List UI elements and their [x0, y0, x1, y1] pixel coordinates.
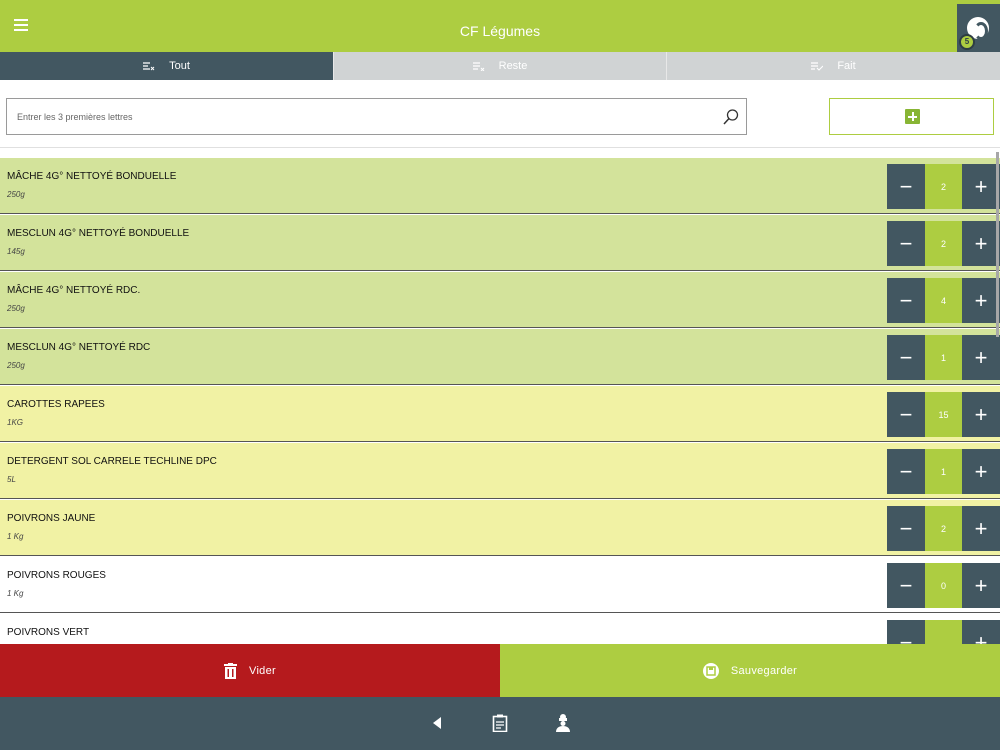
cart-button[interactable]: 5 [957, 4, 1000, 52]
save-label: Sauvegarder [730, 664, 798, 677]
decrement-button[interactable]: − [887, 392, 925, 437]
quantity-value [925, 620, 962, 644]
decrement-button[interactable]: − [887, 563, 925, 608]
list-item: MESCLUN 4G° NETTOYÉ RDC 250g − 1 + [0, 329, 1000, 385]
filter-tabs: Tout Reste Fait [0, 52, 1000, 80]
increment-button[interactable]: + [962, 335, 1000, 380]
quantity-stepper: − 1 + [887, 449, 1000, 494]
list-item: POIVRONS ROUGES 1 Kg − 0 + [0, 557, 1000, 613]
item-size: 1 Kg [7, 589, 24, 598]
list-scrollbar[interactable] [996, 152, 999, 337]
item-size: 1 Kg [7, 532, 24, 541]
decrement-button[interactable]: − [887, 506, 925, 551]
quantity-value: 2 [925, 164, 962, 209]
filter-done-icon [811, 62, 824, 71]
decrement-button[interactable]: − [887, 449, 925, 494]
tab-reste[interactable]: Reste [333, 52, 666, 80]
item-size: 250g [7, 190, 25, 199]
item-name: CAROTTES RAPEES [7, 399, 105, 410]
save-button[interactable]: Sauvegarder [500, 644, 1000, 697]
quantity-stepper: − 4 + [887, 278, 1000, 323]
item-name: MÂCHE 4G° NETTOYÉ RDC. [7, 285, 141, 296]
item-name: POIVRONS JAUNE [7, 513, 96, 524]
increment-button[interactable]: + [962, 392, 1000, 437]
divider [0, 147, 1000, 148]
filter-remaining-icon [472, 62, 484, 71]
cart-count-badge: 5 [959, 34, 975, 50]
list-item: POIVRONS VERT − + [0, 614, 1000, 644]
increment-button[interactable]: + [962, 278, 1000, 323]
quantity-value: 1 [925, 335, 962, 380]
clipboard-icon[interactable] [488, 711, 512, 735]
item-name: POIVRONS VERT [7, 627, 90, 638]
quantity-stepper: − 1 + [887, 335, 1000, 380]
plus-icon [905, 109, 920, 124]
increment-button[interactable]: + [962, 221, 1000, 266]
save-icon [702, 662, 719, 679]
app-header: CF Légumes 5 [0, 0, 1000, 52]
item-name: POIVRONS ROUGES [7, 570, 106, 581]
item-size: 250g [7, 361, 25, 370]
increment-button[interactable]: + [962, 620, 1000, 644]
tab-tout[interactable]: Tout [0, 52, 333, 80]
quantity-stepper: − 2 + [887, 164, 1000, 209]
increment-button[interactable]: + [962, 563, 1000, 608]
item-size: 145g [7, 247, 25, 256]
clear-button[interactable]: Vider [0, 644, 500, 697]
list-item: MÂCHE 4G° NETTOYÉ RDC. 250g − 4 + [0, 272, 1000, 328]
quantity-value: 15 [925, 392, 962, 437]
quantity-stepper: − 0 + [887, 563, 1000, 608]
item-size: 250g [7, 304, 25, 313]
decrement-button[interactable]: − [887, 620, 925, 644]
decrement-button[interactable]: − [887, 278, 925, 323]
quantity-stepper: − 15 + [887, 392, 1000, 437]
increment-button[interactable]: + [962, 164, 1000, 209]
quantity-value: 1 [925, 449, 962, 494]
item-size: 5L [7, 475, 16, 484]
decrement-button[interactable]: − [887, 221, 925, 266]
decrement-button[interactable]: − [887, 164, 925, 209]
item-name: MESCLUN 4G° NETTOYÉ BONDUELLE [7, 228, 190, 239]
decrement-button[interactable]: − [887, 335, 925, 380]
search-box [6, 98, 747, 135]
trash-icon [224, 662, 237, 679]
item-name: DETERGENT SOL CARRELE TECHLINE DPC [7, 456, 217, 467]
list-item: MÂCHE 4G° NETTOYÉ BONDUELLE 250g − 2 + [0, 158, 1000, 214]
clear-label: Vider [249, 664, 276, 677]
quantity-value: 2 [925, 221, 962, 266]
action-bar: Vider Sauvegarder [0, 644, 1000, 697]
increment-button[interactable]: + [962, 449, 1000, 494]
quantity-value: 0 [925, 563, 962, 608]
back-icon[interactable] [425, 711, 449, 735]
list-item: CAROTTES RAPEES 1KG − 15 + [0, 386, 1000, 442]
item-size: 1KG [7, 418, 24, 427]
tab-label: Reste [498, 60, 528, 72]
app-root: CF Légumes 5 Tout Reste Fait Entrer les … [0, 0, 1000, 750]
list-item: DETERGENT SOL CARRELE TECHLINE DPC 5L − … [0, 443, 1000, 499]
quantity-stepper: − + [887, 620, 1000, 644]
product-list: MÂCHE 4G° NETTOYÉ BONDUELLE 250g − 2 + M… [0, 158, 1000, 644]
quantity-stepper: − 2 + [887, 506, 1000, 551]
item-name: MÂCHE 4G° NETTOYÉ BONDUELLE [7, 171, 177, 182]
tab-label: Fait [837, 60, 856, 72]
add-item-button[interactable] [829, 98, 994, 135]
quantity-stepper: − 2 + [887, 221, 1000, 266]
increment-button[interactable]: + [962, 506, 1000, 551]
item-name: MESCLUN 4G° NETTOYÉ RDC [7, 342, 151, 353]
chef-icon[interactable] [551, 711, 575, 735]
bottom-nav [0, 697, 1000, 750]
list-item: MESCLUN 4G° NETTOYÉ BONDUELLE 145g − 2 + [0, 215, 1000, 271]
tab-fait[interactable]: Fait [666, 52, 1000, 80]
search-icon[interactable] [722, 108, 740, 126]
search-input[interactable] [7, 99, 707, 134]
tab-label: Tout [169, 60, 190, 72]
quantity-value: 2 [925, 506, 962, 551]
quantity-value: 4 [925, 278, 962, 323]
list-item: POIVRONS JAUNE 1 Kg − 2 + [0, 500, 1000, 556]
filter-all-icon [143, 62, 155, 71]
